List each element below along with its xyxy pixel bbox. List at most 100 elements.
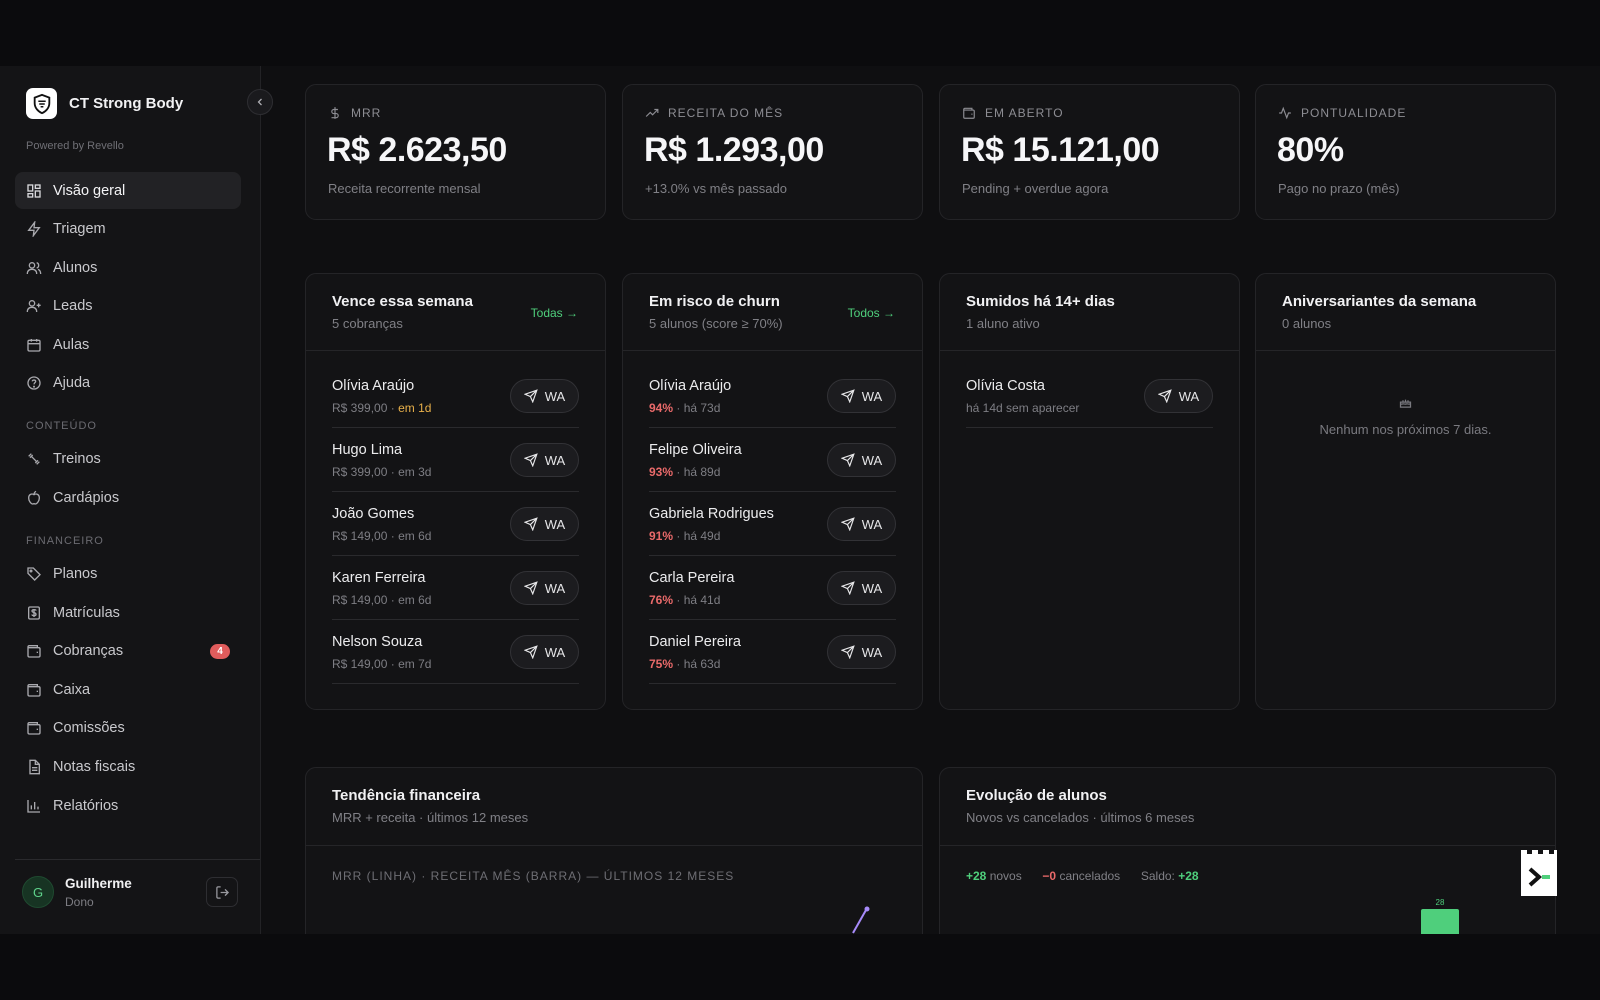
notification-badge: 4 — [210, 643, 230, 659]
app-window: CT Strong Body Powered by Revello Visão … — [0, 66, 1600, 934]
kpi-label: RECEITA DO MÊS — [645, 106, 783, 120]
whatsapp-button[interactable]: WA — [510, 635, 579, 669]
card-title: Tendência financeira — [332, 787, 481, 804]
novos-value: +28 — [966, 869, 987, 883]
chevron-left-icon — [257, 98, 262, 106]
shield-logo-icon — [26, 88, 57, 119]
whatsapp-button[interactable]: WA — [510, 443, 579, 477]
sidebar-item-caixa[interactable]: Caixa — [15, 671, 241, 708]
kpi-value: R$ 2.623,50 — [327, 131, 507, 169]
floating-app-logo-icon[interactable] — [1520, 849, 1558, 897]
sidebar-item-label: Triagem — [53, 221, 106, 238]
list-item[interactable]: Gabriela Rodrigues 91% · há 49d WA — [649, 492, 896, 556]
user-plus-icon — [26, 300, 41, 313]
list-item[interactable]: João Gomes R$ 149,00 · em 6d WA — [332, 492, 579, 556]
novos-bar — [1421, 909, 1459, 934]
sidebar-item-triagem[interactable]: Triagem — [15, 211, 241, 248]
see-all-link[interactable]: Todas → — [531, 306, 578, 320]
list-item[interactable]: Daniel Pereira 75% · há 63d WA — [649, 620, 896, 684]
sumidos-list: Olívia Costa há 14d sem aparecer WA — [966, 364, 1213, 428]
logout-button[interactable] — [206, 877, 238, 907]
send-icon — [523, 389, 538, 403]
chart-caption: MRR (LINHA) · RECEITA MÊS (BARRA) — ÚLTI… — [332, 869, 735, 883]
sidebar-item-label: Alunos — [53, 259, 98, 276]
whatsapp-button[interactable]: WA — [827, 443, 896, 477]
sidebar-item-label: Planos — [53, 566, 98, 583]
send-icon — [523, 581, 538, 595]
card-subtitle: 0 alunos — [1282, 316, 1332, 331]
sidebar-item-leads[interactable]: Leads — [15, 288, 241, 325]
sidebar-collapse-button[interactable] — [247, 89, 273, 115]
whatsapp-button[interactable]: WA — [827, 635, 896, 669]
whatsapp-button[interactable]: WA — [510, 507, 579, 541]
bar-value-label: 28 — [1435, 898, 1445, 907]
row-meta: 93% · há 89d — [649, 465, 721, 479]
card-subtitle: 5 cobranças — [332, 316, 403, 331]
sidebar-item-ajuda[interactable]: Ajuda — [15, 365, 241, 402]
see-all-link[interactable]: Todos → — [848, 306, 895, 320]
kpi-label-text: MRR — [351, 106, 382, 120]
whatsapp-button[interactable]: WA — [827, 571, 896, 605]
list-item[interactable]: Felipe Oliveira 93% · há 89d WA — [649, 428, 896, 492]
send-icon — [840, 517, 855, 531]
wa-label: WA — [544, 452, 566, 468]
list-item[interactable]: Olívia Araújo R$ 399,00 · em 1d WA — [332, 364, 579, 428]
row-meta: 76% · há 41d — [649, 593, 721, 607]
sidebar-item-label: Relatórios — [53, 797, 119, 814]
churn-score: 94% — [649, 401, 674, 415]
kpi-subtitle: Pending + overdue agora — [962, 181, 1109, 196]
section-label-financeiro: FINANCEIRO — [26, 534, 104, 547]
card-risco-churn: Em risco de churn 5 alunos (score ≥ 70%)… — [622, 273, 923, 710]
mrr-line-chart — [852, 906, 870, 934]
wallet-icon — [27, 645, 41, 658]
sidebar-item-notas-fiscais[interactable]: Notas fiscais — [15, 749, 241, 786]
sidebar-item-planos[interactable]: Planos — [15, 556, 241, 593]
card-title: Evolução de alunos — [966, 787, 1107, 804]
student-name: João Gomes — [332, 506, 415, 522]
row-meta: 94% · há 73d — [649, 401, 721, 415]
whatsapp-button[interactable]: WA — [827, 507, 896, 541]
list-item[interactable]: Hugo Lima R$ 399,00 · em 3d WA — [332, 428, 579, 492]
sidebar-item-cobrancas[interactable]: Cobranças 4 — [15, 633, 241, 670]
sidebar-item-alunos[interactable]: Alunos — [15, 249, 241, 286]
sidebar-item-cardapios[interactable]: Cardápios — [15, 480, 241, 517]
sidebar-item-relatorios[interactable]: Relatórios — [15, 787, 241, 824]
empty-text: Nenhum nos próximos 7 dias. — [1319, 422, 1492, 437]
whatsapp-button[interactable]: WA — [510, 379, 579, 413]
row-meta: R$ 149,00 · em 7d — [332, 657, 432, 671]
due-date: em 7d — [398, 657, 432, 671]
cancelados-value: −0 — [1042, 869, 1057, 883]
sidebar-item-matriculas[interactable]: Matrículas — [15, 594, 241, 631]
churn-score: 75% — [649, 657, 674, 671]
dumbbell-icon — [28, 453, 40, 466]
list-item[interactable]: Olívia Araújo 94% · há 73d WA — [649, 364, 896, 428]
kpi-value: R$ 1.293,00 — [644, 131, 824, 169]
avatar[interactable]: G — [22, 876, 54, 908]
send-icon — [840, 453, 855, 467]
sidebar-item-label: Caixa — [53, 681, 91, 698]
sidebar-item-visao-geral[interactable]: Visão geral — [15, 172, 241, 209]
sidebar-item-label: Comissões — [53, 720, 125, 737]
card-vence-semana: Vence essa semana 5 cobranças Todas → Ol… — [305, 273, 606, 710]
whatsapp-button[interactable]: WA — [827, 379, 896, 413]
sidebar-item-aulas[interactable]: Aulas — [15, 326, 241, 363]
list-item[interactable]: Carla Pereira 76% · há 41d WA — [649, 556, 896, 620]
card-subtitle: 1 aluno ativo — [966, 316, 1040, 331]
card-title: Sumidos há 14+ dias — [966, 293, 1115, 310]
whatsapp-button[interactable]: WA — [510, 571, 579, 605]
card-header: Sumidos há 14+ dias 1 aluno ativo — [940, 274, 1239, 351]
sidebar-item-comissoes[interactable]: Comissões — [15, 710, 241, 747]
user-name: Guilherme — [65, 876, 132, 891]
sidebar-item-treinos[interactable]: Treinos — [15, 441, 241, 478]
brand[interactable]: CT Strong Body — [26, 88, 183, 119]
wa-label: WA — [1178, 388, 1200, 404]
list-item[interactable]: Nelson Souza R$ 149,00 · em 7d WA — [332, 620, 579, 684]
kpi-card-em-aberto: EM ABERTO R$ 15.121,00 Pending + overdue… — [939, 84, 1240, 220]
amount: R$ 399,00 — [332, 465, 388, 479]
card-header: Vence essa semana 5 cobranças Todas → — [306, 274, 605, 351]
student-name: Carla Pereira — [649, 570, 735, 586]
whatsapp-button[interactable]: WA — [1144, 379, 1213, 413]
list-item[interactable]: Olívia Costa há 14d sem aparecer WA — [966, 364, 1213, 428]
list-item[interactable]: Karen Ferreira R$ 149,00 · em 6d WA — [332, 556, 579, 620]
row-meta: R$ 149,00 · em 6d — [332, 529, 432, 543]
